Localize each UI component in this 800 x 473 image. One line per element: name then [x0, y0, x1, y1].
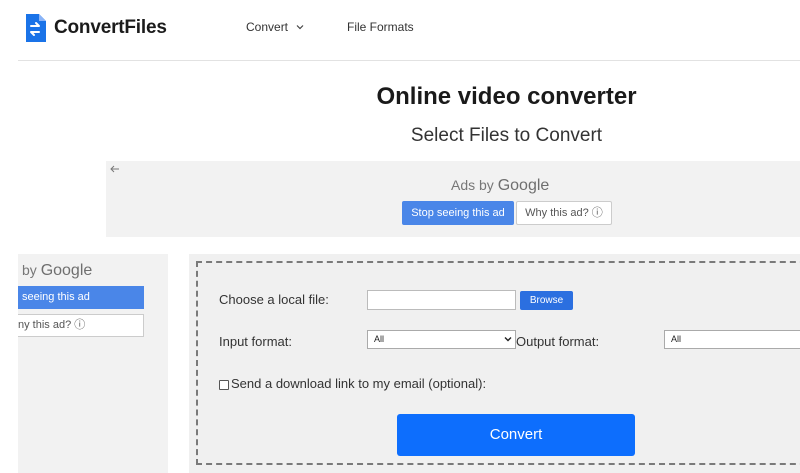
file-path-input[interactable] [367, 290, 516, 310]
ad-sidebar-left: by Google seeing this ad ny this ad? ⓘ [18, 254, 168, 473]
back-arrow-icon[interactable] [110, 164, 120, 174]
output-format-label: Output format: [516, 334, 600, 349]
output-format-select[interactable]: All [664, 330, 800, 349]
drop-zone[interactable]: Choose a local file: Browse Input format… [196, 261, 800, 465]
logo-text: ConvertFiles [54, 17, 167, 38]
browse-button[interactable]: Browse [520, 291, 573, 310]
file-convert-icon [26, 14, 46, 42]
ad-banner-top: Ads by Google Stop seeing this ad Why th… [106, 161, 800, 237]
chevron-down-icon [504, 337, 512, 342]
page-subtitle: Select Files to Convert [410, 125, 603, 146]
nav-file-formats-label: File Formats [347, 20, 414, 34]
nav-convert-label: Convert [246, 20, 289, 34]
logo[interactable]: ConvertFiles [24, 14, 167, 42]
output-format-value: All [671, 334, 682, 344]
nav-convert[interactable]: Convert [246, 20, 304, 34]
ads-by-text: Ads by [451, 177, 498, 193]
site-header: ConvertFiles Convert File Formats [0, 0, 800, 60]
convert-button[interactable]: Convert [397, 414, 635, 456]
google-wordmark-left: Google [40, 262, 93, 279]
input-format-label: Input format: [219, 334, 292, 349]
ads-by-text-left: by [22, 262, 41, 278]
header-divider [18, 60, 800, 61]
ads-by-google-left: by Google [22, 262, 92, 280]
why-this-ad-button-left[interactable]: ny this ad? ⓘ [18, 314, 144, 337]
chevron-down-icon [296, 25, 304, 30]
nav-file-formats[interactable]: File Formats [347, 20, 414, 34]
stop-seeing-ad-button-left[interactable]: seeing this ad [18, 286, 144, 309]
page-title: Online video converter [376, 83, 637, 110]
google-wordmark: Google [497, 177, 550, 194]
stop-seeing-ad-button[interactable]: Stop seeing this ad [402, 201, 514, 225]
convert-form-panel: Choose a local file: Browse Input format… [189, 254, 800, 473]
input-format-value: All [374, 334, 385, 344]
local-file-label: Choose a local file: [219, 292, 329, 307]
why-this-ad-button[interactable]: Why this ad? ⓘ [516, 201, 612, 225]
ads-by-google: Ads by Google [451, 177, 549, 195]
input-format-select[interactable]: All [367, 330, 516, 349]
email-link-checkbox[interactable] [219, 380, 229, 390]
email-link-label: Send a download link to my email (option… [231, 376, 487, 391]
